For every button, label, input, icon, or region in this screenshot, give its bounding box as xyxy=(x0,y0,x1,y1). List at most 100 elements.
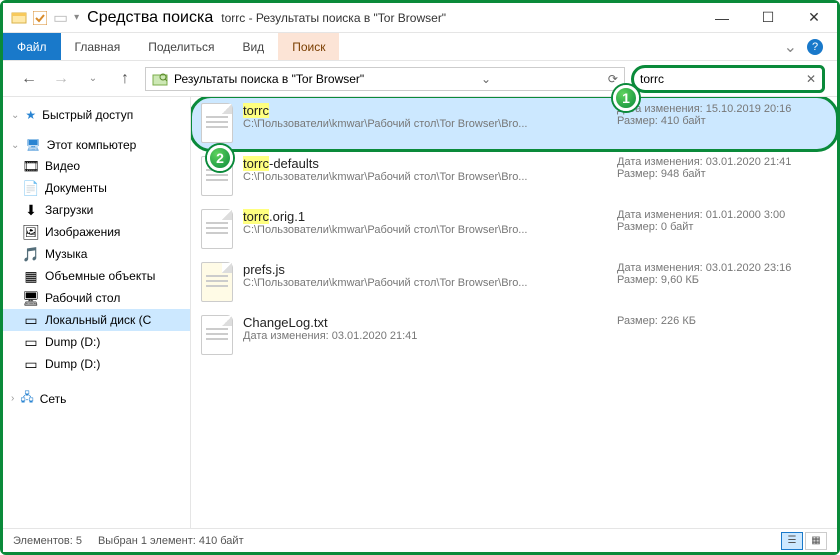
download-icon: ⬇ xyxy=(23,202,39,218)
result-meta: Дата изменения: 03.01.2020 21:41Размер: … xyxy=(617,156,827,180)
video-icon: 🎞 xyxy=(23,158,39,174)
callout-badge-1: 1 xyxy=(613,85,639,111)
qat-checkbox-icon[interactable] xyxy=(33,11,47,25)
result-name: prefs.js xyxy=(243,262,607,277)
result-row[interactable]: prefs.js C:\Пользователи\kmwar\Рабочий с… xyxy=(191,256,837,309)
sidebar-this-pc[interactable]: ⌄ 🖥 Этот компьютер xyxy=(3,135,190,155)
sidebar-item-label: Загрузки xyxy=(45,203,93,217)
sidebar-item-label: Локальный диск (C xyxy=(45,313,151,327)
chevron-right-icon: › xyxy=(11,393,14,404)
status-count: Элементов: 5 xyxy=(13,535,82,547)
result-row[interactable]: torrc C:\Пользователи\kmwar\Рабочий стол… xyxy=(191,97,837,150)
sidebar-item[interactable]: 📄 Документы xyxy=(3,177,190,199)
result-name: torrc.orig.1 xyxy=(243,209,607,224)
sidebar-item-label: Музыка xyxy=(45,247,87,261)
desktop-icon: 🖥 xyxy=(23,290,39,306)
ribbon: Файл Главная Поделиться Вид Поиск ⌄ ? xyxy=(3,33,837,61)
tab-view[interactable]: Вид xyxy=(228,33,278,60)
search-box[interactable]: ✕ xyxy=(633,67,823,91)
refresh-icon[interactable]: ⟳ xyxy=(608,72,618,86)
qat-new-folder-icon[interactable]: ▭ xyxy=(53,8,68,28)
callout-badge-2: 2 xyxy=(207,145,233,171)
3d-icon: ▦ xyxy=(23,268,39,284)
address-dropdown-icon[interactable]: ⌄ xyxy=(481,72,491,86)
search-folder-icon xyxy=(152,71,168,87)
result-name: ChangeLog.txt xyxy=(243,315,607,330)
qat-dropdown-icon[interactable]: ▾ xyxy=(74,12,79,23)
tab-home[interactable]: Главная xyxy=(61,33,135,60)
result-name: torrc-defaults xyxy=(243,156,607,171)
tab-search[interactable]: Поиск xyxy=(278,33,339,60)
file-icon xyxy=(201,209,233,249)
result-meta: Дата изменения: 01.01.2000 3:00Размер: 0… xyxy=(617,209,827,233)
sidebar-item[interactable]: 🎞 Видео xyxy=(3,155,190,177)
sidebar-thispc-label: Этот компьютер xyxy=(47,138,137,152)
file-icon xyxy=(201,262,233,302)
sidebar-item[interactable]: 🎵 Музыка xyxy=(3,243,190,265)
image-icon: 🖼 xyxy=(23,224,39,240)
address-bar[interactable]: Результаты поиска в "Tor Browser" ⌄ ⟳ xyxy=(145,67,625,91)
status-selection: Выбран 1 элемент: 410 байт xyxy=(98,535,244,547)
result-path: C:\Пользователи\kmwar\Рабочий стол\Tor B… xyxy=(243,118,583,130)
result-meta: Дата изменения: 03.01.2020 23:16Размер: … xyxy=(617,262,827,286)
tab-share[interactable]: Поделиться xyxy=(134,33,228,60)
sidebar-item[interactable]: 🖥Рабочий стол xyxy=(3,287,190,309)
sidebar-item-label: Dump (D:) xyxy=(45,357,100,371)
maximize-button[interactable]: ☐ xyxy=(745,3,791,33)
close-button[interactable]: ✕ xyxy=(791,3,837,33)
star-icon: ★ xyxy=(25,108,36,122)
sidebar-item-label: Изображения xyxy=(45,225,120,239)
sidebar-item[interactable]: 🖼 Изображения xyxy=(3,221,190,243)
sidebar-item[interactable]: ▭Dump (D:) xyxy=(3,331,190,353)
sidebar-item[interactable]: ▭ Локальный диск (C xyxy=(3,309,190,331)
status-bar: Элементов: 5 Выбран 1 элемент: 410 байт … xyxy=(3,528,837,552)
music-icon: 🎵 xyxy=(23,246,39,262)
results-list: torrc C:\Пользователи\kmwar\Рабочий стол… xyxy=(191,97,837,528)
tab-file[interactable]: Файл xyxy=(3,33,61,60)
network-icon: 🖧 xyxy=(20,388,33,409)
result-name: torrc xyxy=(243,103,607,118)
sidebar-item-label: Объемные объекты xyxy=(45,269,155,283)
sidebar-network[interactable]: › 🖧 Сеть xyxy=(3,385,190,412)
quick-access-toolbar: ▭ ▾ xyxy=(3,8,87,28)
doc-icon: 📄 xyxy=(23,180,39,196)
view-details-button[interactable]: ☰ xyxy=(781,532,803,550)
drive-icon: ▭ xyxy=(23,356,39,372)
window-title: torrc - Результаты поиска в "Tor Browser… xyxy=(213,11,699,25)
recent-dropdown[interactable]: ⌄ xyxy=(81,67,105,91)
view-icons-button[interactable]: ▦ xyxy=(805,532,827,550)
sidebar-quick-access[interactable]: ⌄ ★ Быстрый доступ xyxy=(3,105,190,125)
forward-button[interactable]: → xyxy=(49,67,73,91)
result-path: C:\Пользователи\kmwar\Рабочий стол\Tor B… xyxy=(243,171,583,183)
file-icon xyxy=(201,315,233,355)
result-meta: Размер: 226 КБ xyxy=(617,315,827,327)
search-input[interactable] xyxy=(640,72,802,86)
back-button[interactable]: ← xyxy=(17,67,41,91)
monitor-icon: 🖥 xyxy=(25,138,40,152)
sidebar-item-label: Документы xyxy=(45,181,107,195)
context-tab-label: Средства поиска xyxy=(87,9,213,27)
sidebar: ⌄ ★ Быстрый доступ ⌄ 🖥 Этот компьютер 🎞 В… xyxy=(3,97,191,528)
result-row[interactable]: torrc-defaults C:\Пользователи\kmwar\Раб… xyxy=(191,150,837,203)
ribbon-collapse-icon[interactable]: ⌄ xyxy=(784,37,797,57)
titlebar: ▭ ▾ Средства поиска torrc - Результаты п… xyxy=(3,3,837,33)
explorer-icon xyxy=(11,10,27,26)
sidebar-network-label: Сеть xyxy=(40,392,67,406)
sidebar-item[interactable]: ▦ Объемные объекты xyxy=(3,265,190,287)
clear-search-icon[interactable]: ✕ xyxy=(806,72,816,86)
sidebar-item[interactable]: ⬇ Загрузки xyxy=(3,199,190,221)
sidebar-quick-label: Быстрый доступ xyxy=(42,108,133,122)
sidebar-item[interactable]: ▭ Dump (D:) xyxy=(3,353,190,375)
drive-icon: ▭ xyxy=(23,312,39,328)
result-path: C:\Пользователи\kmwar\Рабочий стол\Tor B… xyxy=(243,224,583,236)
chevron-down-icon: ⌄ xyxy=(11,140,19,151)
minimize-button[interactable]: — xyxy=(699,3,745,33)
result-path: C:\Пользователи\kmwar\Рабочий стол\Tor B… xyxy=(243,277,583,289)
result-row[interactable]: ChangeLog.txt Дата изменения: 03.01.2020… xyxy=(191,309,837,362)
up-button[interactable]: ↑ xyxy=(113,67,137,91)
result-row[interactable]: torrc.orig.1 C:\Пользователи\kmwar\Рабоч… xyxy=(191,203,837,256)
help-icon[interactable]: ? xyxy=(807,39,823,55)
sidebar-item-label: Видео xyxy=(45,159,80,173)
file-icon xyxy=(201,103,233,143)
navbar: ← → ⌄ ↑ Результаты поиска в "Tor Browser… xyxy=(3,61,837,97)
